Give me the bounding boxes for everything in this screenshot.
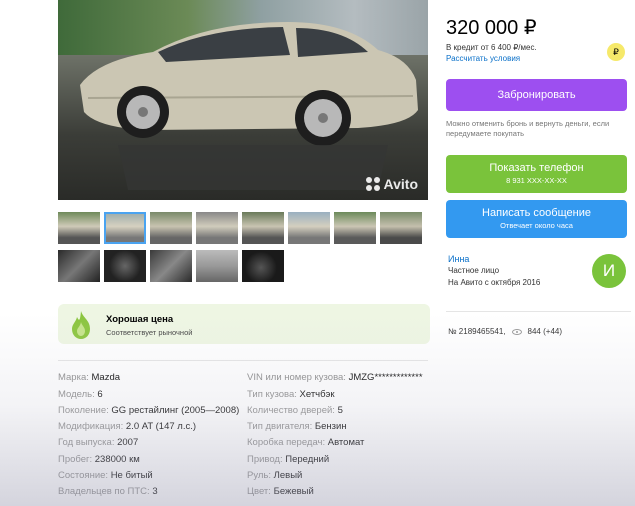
coin-icon[interactable]: ₽ bbox=[607, 43, 625, 61]
car-image bbox=[80, 22, 418, 190]
spec-body-type: Тип кузова: Хетчбэк bbox=[247, 389, 335, 400]
divider bbox=[446, 311, 631, 312]
eye-icon bbox=[511, 328, 522, 335]
book-button[interactable]: Забронировать bbox=[446, 79, 627, 111]
thumbnail[interactable] bbox=[380, 212, 422, 244]
spec-mileage: Пробег: 238000 км bbox=[58, 454, 140, 465]
flame-icon bbox=[72, 311, 90, 339]
thumbnail[interactable] bbox=[104, 250, 146, 282]
spec-condition: Состояние: Не битый bbox=[58, 470, 153, 481]
watermark-text: Avito bbox=[383, 176, 418, 192]
avatar[interactable]: И bbox=[592, 254, 626, 288]
thumbnail[interactable] bbox=[150, 212, 192, 244]
seller-since: На Авито с октября 2016 bbox=[448, 278, 541, 287]
ad-meta: № 2189465541, 844 (+44) bbox=[448, 327, 562, 336]
spec-year: Год выпуска: 2007 bbox=[58, 437, 139, 448]
spec-color: Цвет: Бежевый bbox=[247, 486, 314, 497]
thumbnail[interactable] bbox=[196, 212, 238, 244]
write-message-button[interactable]: Написать сообщение Отвечает около часа bbox=[446, 200, 627, 238]
seller-name-link[interactable]: Инна bbox=[448, 254, 469, 264]
spec-transmission: Коробка передач: Автомат bbox=[247, 437, 365, 448]
thumbnail[interactable] bbox=[104, 212, 146, 244]
price: 320 000 ₽ bbox=[446, 17, 537, 39]
good-price-badge: Хорошая цена Соответствует рыночной bbox=[58, 304, 430, 344]
main-photo[interactable]: Avito bbox=[58, 0, 428, 200]
thumbnail[interactable] bbox=[58, 250, 100, 282]
avito-watermark: Avito bbox=[365, 176, 418, 192]
spec-vin: VIN или номер кузова: JMZG************* bbox=[247, 372, 423, 383]
spec-model: Модель: 6 bbox=[58, 389, 103, 400]
ad-number: № 2189465541, bbox=[448, 327, 506, 336]
good-price-subtitle: Соответствует рыночной bbox=[106, 328, 193, 337]
spec-steering: Руль: Левый bbox=[247, 470, 303, 481]
credit-calculate-link[interactable]: Рассчитать условия bbox=[446, 54, 520, 63]
thumbnail[interactable] bbox=[196, 250, 238, 282]
spec-drive: Привод: Передний bbox=[247, 454, 330, 465]
show-phone-button[interactable]: Показать телефон 8 931 XXX-XX-XX bbox=[446, 155, 627, 193]
spec-owners: Владельцев по ПТС: 3 bbox=[58, 486, 158, 497]
spec-modification: Модификация: 2.0 AT (147 л.с.) bbox=[58, 421, 197, 432]
show-phone-label: Показать телефон bbox=[489, 162, 584, 174]
avito-logo-icon bbox=[365, 177, 380, 191]
write-message-label: Написать сообщение bbox=[482, 207, 591, 219]
thumbnail[interactable] bbox=[334, 212, 376, 244]
thumbnail[interactable] bbox=[58, 212, 100, 244]
response-time: Отвечает около часа bbox=[500, 221, 573, 230]
good-price-title: Хорошая цена bbox=[106, 314, 174, 325]
thumbnail[interactable] bbox=[150, 250, 192, 282]
thumbnail[interactable] bbox=[242, 212, 284, 244]
spec-brand: Марка: Mazda bbox=[58, 372, 121, 383]
phone-number-masked: 8 931 XXX-XX-XX bbox=[506, 176, 567, 185]
divider bbox=[58, 360, 428, 361]
spec-doors: Количество дверей: 5 bbox=[247, 405, 343, 416]
credit-text: В кредит от 6 400 ₽/мес. bbox=[446, 43, 537, 52]
spec-generation: Поколение: GG рестайлинг (2005—2008) bbox=[58, 405, 240, 416]
view-count: 844 (+44) bbox=[527, 327, 562, 336]
book-note: Можно отменить бронь и вернуть деньги, е… bbox=[446, 119, 610, 138]
seller-type: Частное лицо bbox=[448, 266, 500, 275]
thumbnail[interactable] bbox=[242, 250, 284, 282]
spec-engine-type: Тип двигателя: Бензин bbox=[247, 421, 347, 432]
thumbnail[interactable] bbox=[288, 212, 330, 244]
